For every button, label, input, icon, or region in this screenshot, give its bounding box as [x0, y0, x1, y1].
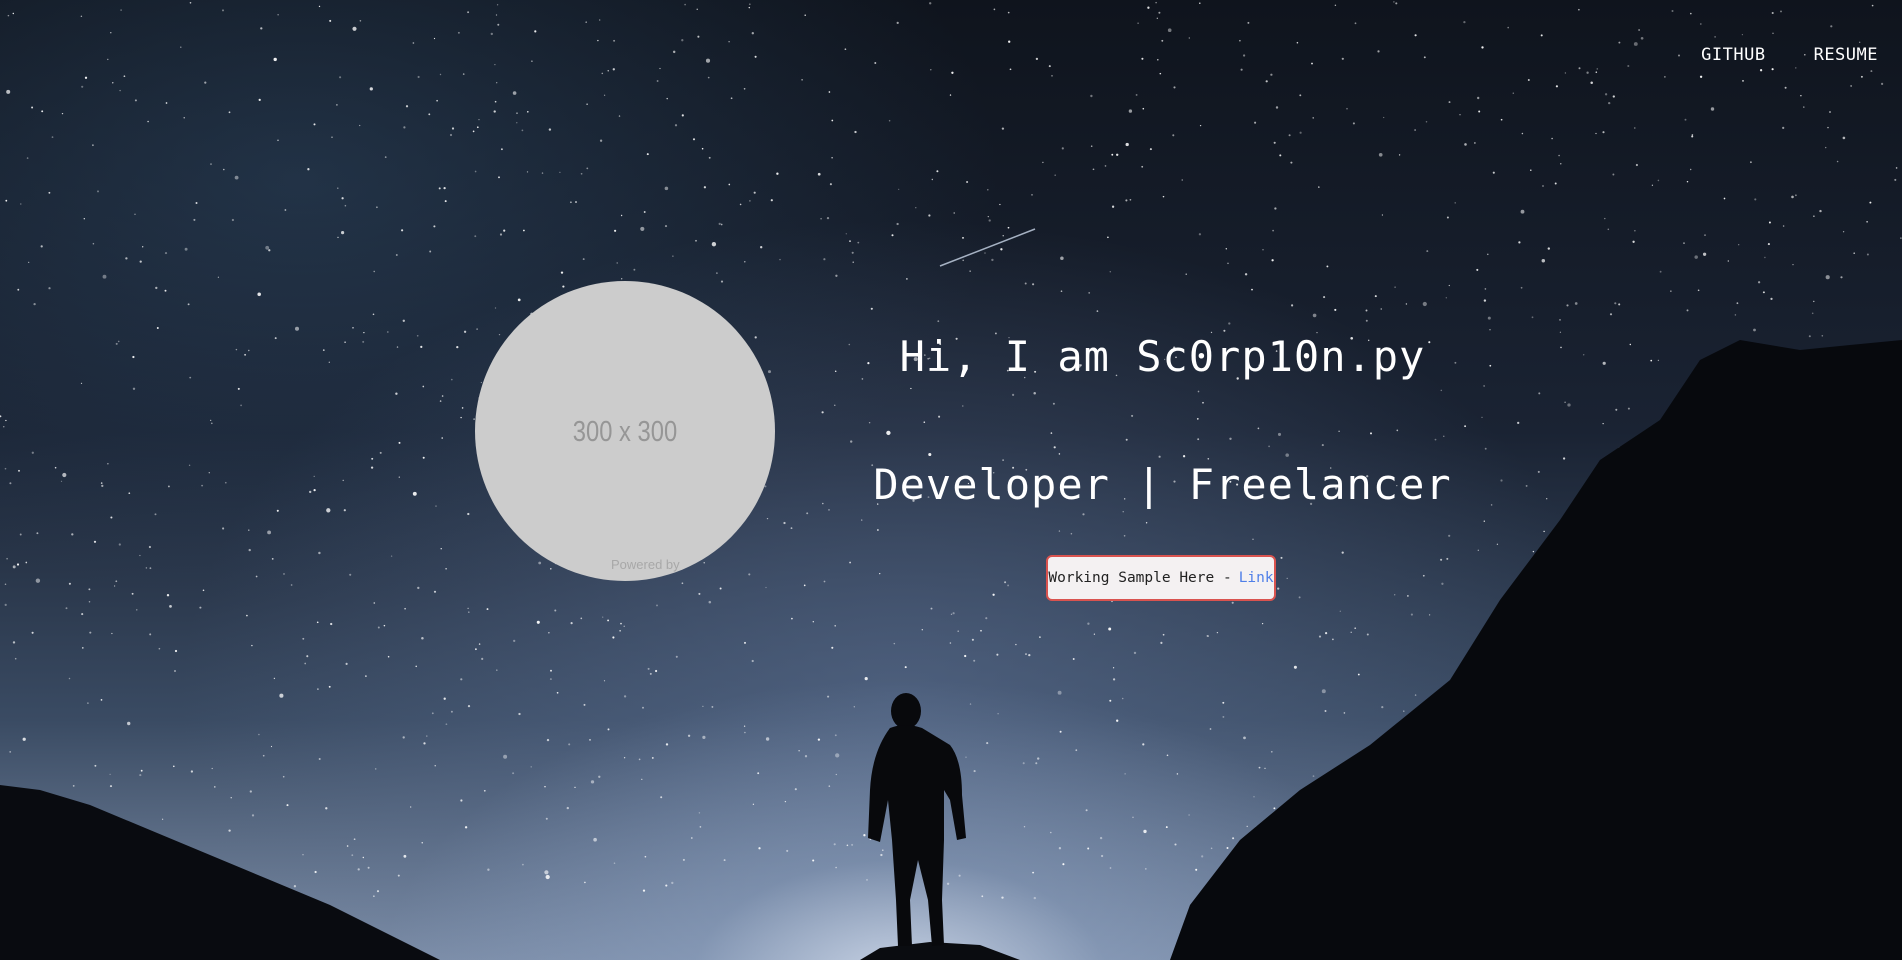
nav-github-link[interactable]: GITHUB [1701, 45, 1765, 65]
working-sample-link[interactable]: Link [1239, 570, 1274, 586]
working-sample-text: Working Sample Here - [1048, 570, 1232, 586]
nav-resume-link[interactable]: RESUME [1814, 45, 1878, 65]
avatar-placeholder-text: 300 x 300 [572, 416, 678, 448]
working-sample-box: Working Sample Here - Link [1046, 555, 1276, 601]
person-silhouette [868, 693, 966, 946]
page-title: Hi, I am Sc0rp10n.py [899, 332, 1426, 381]
avatar-credit-text: Powered by [611, 557, 680, 572]
avatar-placeholder: 300 x 300 Powered by [475, 281, 775, 581]
top-nav: GITHUB RESUME [1701, 45, 1878, 65]
page-subtitle: Developer | Freelancer [873, 460, 1452, 509]
